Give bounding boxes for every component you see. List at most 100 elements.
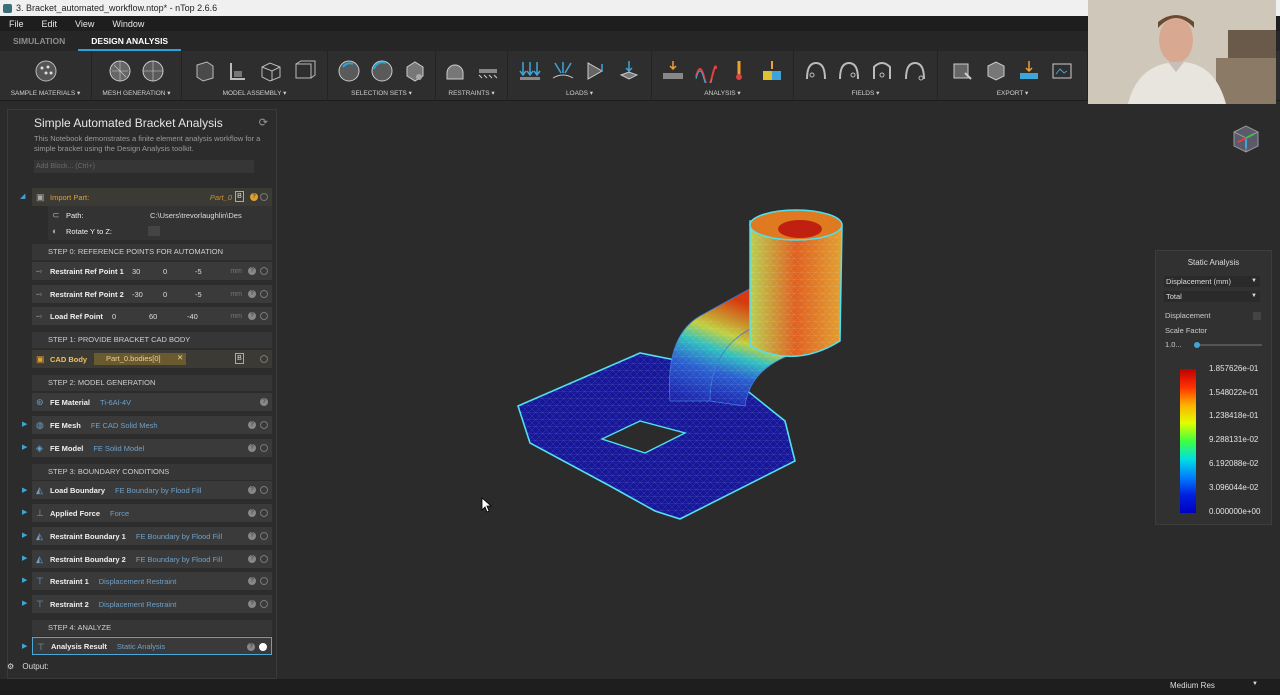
restraint-plane-icon[interactable] [475, 57, 502, 84]
output-panel[interactable]: ⚙ Output: [7, 662, 49, 671]
wireframe-box-icon[interactable] [258, 57, 285, 84]
gravity-icon[interactable] [616, 57, 643, 84]
x-input[interactable]: 0 [112, 312, 116, 321]
load-ref-point[interactable]: -◦ Load Ref Point 0 60 -40 mm ? [32, 307, 272, 325]
selection-face-icon[interactable] [368, 57, 395, 84]
scale-factor-value[interactable]: 1.0... [1165, 340, 1182, 349]
assembly-box-icon[interactable] [291, 57, 318, 84]
field-loop-icon[interactable] [902, 57, 929, 84]
applied-force-row[interactable]: ⊥ Applied Force Force ? [32, 504, 272, 522]
field-bracket-icon[interactable] [869, 57, 896, 84]
clear-icon[interactable]: ✕ [177, 353, 183, 362]
z-input[interactable]: -5 [195, 267, 202, 276]
view-cube-icon[interactable] [1230, 122, 1262, 163]
3d-viewport[interactable] [280, 101, 1280, 679]
slider-handle[interactable] [1194, 342, 1200, 348]
help-icon[interactable]: ? [248, 421, 256, 429]
add-block-input[interactable]: Add Block... (Ctrl+) [34, 160, 254, 173]
resolution-dropdown[interactable]: Medium Res ▼ [1170, 681, 1262, 693]
component-dropdown[interactable]: Total ▼ [1164, 291, 1260, 302]
fe-mesh-row[interactable]: ◍ FE Mesh FE CAD Solid Mesh ? [32, 416, 272, 434]
selection-body-icon[interactable] [401, 57, 428, 84]
load-boundary-row[interactable]: ◭ Load Boundary FE Boundary by Flood Fil… [32, 481, 272, 499]
pressure-icon[interactable] [550, 57, 577, 84]
refresh-icon[interactable]: ⟳ [259, 116, 268, 129]
path-input[interactable]: C:\Users\trevorlaughlin\Des [150, 211, 242, 220]
restraint-ref-point-1[interactable]: -◦ Restraint Ref Point 1 30 0 -5 mm ? [32, 262, 272, 280]
rotate-checkbox[interactable] [148, 226, 160, 236]
restraint-boundary-2-row[interactable]: ◭ Restraint Boundary 2 FE Boundary by Fl… [32, 550, 272, 568]
thermal-analysis-icon[interactable] [726, 57, 753, 84]
export-mesh-icon[interactable] [950, 57, 977, 84]
expand-icon[interactable]: ▶ [22, 486, 27, 494]
help-icon[interactable]: ? [248, 577, 256, 585]
expand-icon[interactable]: ▶ [22, 531, 27, 539]
expand-icon[interactable]: ▶ [22, 508, 27, 516]
cad-body-value[interactable]: Part_0.bodies[0] [94, 353, 186, 365]
expand-icon[interactable]: ▶ [22, 599, 27, 607]
help-icon[interactable]: ? [248, 600, 256, 608]
cad-body-row[interactable]: ▣ CAD Body Part_0.bodies[0] ✕ B [32, 350, 272, 368]
expand-icon[interactable]: ▶ [22, 443, 27, 451]
expand-icon[interactable]: ▶ [22, 420, 27, 428]
restraint-1-row[interactable]: ⊤ Restraint 1 Displacement Restraint ? [32, 572, 272, 590]
tab-simulation[interactable]: SIMULATION [0, 31, 78, 51]
material-sphere-icon[interactable] [32, 57, 59, 84]
help-icon[interactable]: ? [250, 193, 258, 201]
force-arrows-icon[interactable] [517, 57, 544, 84]
restraint-ref-point-2[interactable]: -◦ Restraint Ref Point 2 -30 0 -5 mm ? [32, 285, 272, 303]
selection-sphere-icon[interactable] [335, 57, 362, 84]
quantity-dropdown[interactable]: Displacement (mm) ▼ [1164, 276, 1260, 287]
collapse-icon[interactable]: ◢ [20, 192, 25, 200]
settings-icon[interactable]: ⚙ [7, 662, 14, 671]
help-icon[interactable]: ? [248, 532, 256, 540]
z-input[interactable]: -5 [195, 290, 202, 299]
export-image-icon[interactable] [1049, 57, 1076, 84]
x-input[interactable]: -30 [132, 290, 143, 299]
menu-file[interactable]: File [0, 19, 33, 29]
expand-icon[interactable]: ▶ [22, 554, 27, 562]
model-part-icon[interactable] [225, 57, 252, 84]
restraint-boundary-1-row[interactable]: ◭ Restraint Boundary 1 FE Boundary by Fl… [32, 527, 272, 545]
y-input[interactable]: 60 [149, 312, 157, 321]
menu-edit[interactable]: Edit [33, 19, 67, 29]
field-arc-icon[interactable] [836, 57, 863, 84]
y-input[interactable]: 0 [163, 267, 167, 276]
menu-window[interactable]: Window [103, 19, 153, 29]
bracket-model[interactable] [280, 101, 1280, 679]
fe-material-row[interactable]: ⊛ FE Material Ti-6Al-4V ? [32, 393, 272, 411]
help-icon[interactable]: ? [260, 398, 268, 406]
fe-model-row[interactable]: ◈ FE Model FE Solid Model ? [32, 439, 272, 457]
analysis-result-row[interactable]: ⊤ Analysis Result Static Analysis ? [32, 637, 272, 655]
scale-slider[interactable] [1194, 342, 1262, 348]
import-part-block[interactable]: ▣ Import Part: Part_0 B ? [32, 188, 272, 206]
export-field-icon[interactable] [1016, 57, 1043, 84]
help-icon[interactable]: ? [248, 444, 256, 452]
static-analysis-icon[interactable] [660, 57, 687, 84]
y-input[interactable]: 0 [163, 290, 167, 299]
tab-design-analysis[interactable]: DESIGN ANALYSIS [78, 31, 182, 51]
menu-view[interactable]: View [66, 19, 103, 29]
displacement-toggle[interactable] [1253, 312, 1261, 320]
help-icon[interactable]: ? [248, 509, 256, 517]
modal-analysis-icon[interactable] [693, 57, 720, 84]
field-curve-icon[interactable] [803, 57, 830, 84]
help-icon[interactable]: ? [248, 486, 256, 494]
restraint-fixed-icon[interactable] [442, 57, 469, 84]
expand-icon[interactable]: ▶ [22, 642, 27, 650]
help-icon[interactable]: ? [247, 643, 255, 651]
restraint-2-row[interactable]: ⊤ Restraint 2 Displacement Restraint ? [32, 595, 272, 613]
x-input[interactable]: 30 [132, 267, 140, 276]
moment-icon[interactable] [583, 57, 610, 84]
help-icon[interactable]: ? [248, 555, 256, 563]
help-icon[interactable]: ? [248, 267, 256, 275]
export-cube-icon[interactable] [983, 57, 1010, 84]
help-icon[interactable]: ? [248, 312, 256, 320]
model-block-icon[interactable] [192, 57, 219, 84]
mesh-sphere-icon[interactable] [107, 57, 134, 84]
surface-mesh-icon[interactable] [140, 57, 167, 84]
help-icon[interactable]: ? [248, 290, 256, 298]
expand-icon[interactable]: ▶ [22, 576, 27, 584]
result-field-icon[interactable] [759, 57, 786, 84]
z-input[interactable]: -40 [187, 312, 198, 321]
